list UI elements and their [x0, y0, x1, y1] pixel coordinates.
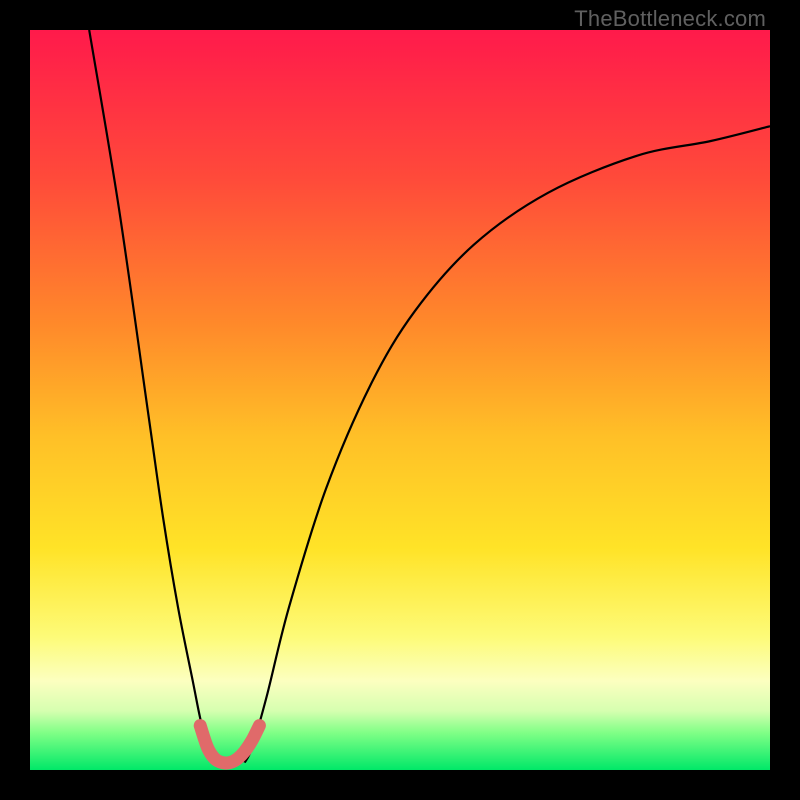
bottleneck-chart: [30, 30, 770, 770]
chart-background: [30, 30, 770, 770]
watermark-text: TheBottleneck.com: [574, 6, 766, 32]
chart-frame: [30, 30, 770, 770]
